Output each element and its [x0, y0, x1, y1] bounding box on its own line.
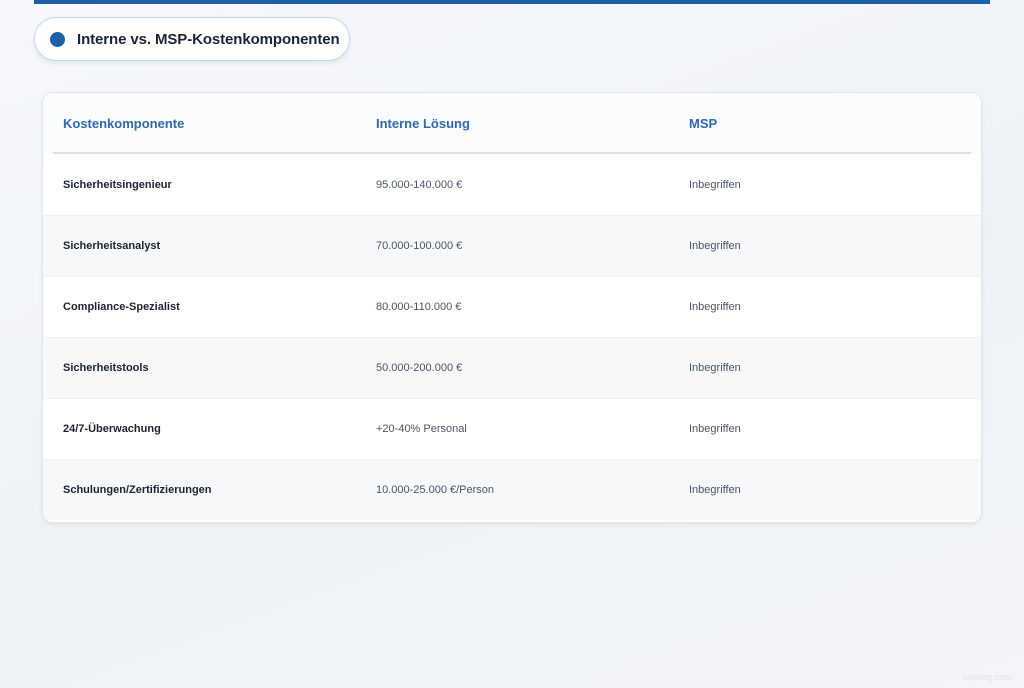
table-header: Kostenkomponente Interne Lösung MSP: [43, 93, 981, 154]
cell-component: 24/7-Überwachung: [63, 423, 161, 435]
cell-internal: 70.000-100.000 €: [376, 240, 463, 252]
table-row: Sicherheitsanalyst 70.000-100.000 € Inbe…: [43, 215, 981, 276]
cell-internal: 95.000-140.000 €: [376, 178, 463, 191]
cell-msp: Inbegriffen: [689, 484, 741, 496]
watermark: skywag.com: [962, 672, 1012, 682]
column-header-internal: Interne Lösung: [376, 116, 470, 131]
table-row: Schulungen/Zertifizierungen 10.000-25.00…: [43, 459, 981, 520]
table-body: Sicherheitsingenieur 95.000-140.000 € In…: [43, 154, 981, 520]
table-row: 24/7-Überwachung +20-40% Personal Inbegr…: [43, 398, 981, 459]
cost-comparison-table: Kostenkomponente Interne Lösung MSP Sich…: [42, 92, 982, 523]
top-accent-bar: [34, 0, 990, 4]
cell-internal: 80.000-110.000 €: [376, 301, 462, 313]
bullet-dot-icon: [50, 31, 65, 47]
cell-component: Schulungen/Zertifizierungen: [63, 484, 212, 496]
cell-internal: 50.000-200.000 €: [376, 362, 463, 374]
section-title: Interne vs. MSP-Kostenkomponenten: [77, 30, 340, 48]
table-header-row: Kostenkomponente Interne Lösung MSP: [43, 93, 981, 154]
table-row: Sicherheitsingenieur 95.000-140.000 € In…: [43, 154, 981, 215]
column-header-msp: MSP: [689, 116, 718, 131]
cell-msp: Inbegriffen: [689, 423, 741, 435]
cell-msp: Inbegriffen: [689, 178, 741, 191]
cell-msp: Inbegriffen: [689, 301, 741, 313]
cell-component: Sicherheitsanalyst: [63, 240, 161, 252]
cell-internal: +20-40% Personal: [376, 423, 467, 435]
section-title-pill: Interne vs. MSP-Kostenkomponenten: [34, 17, 350, 61]
column-header-component: Kostenkomponente: [63, 116, 185, 131]
cell-component: Sicherheitsingenieur: [63, 178, 172, 191]
cell-component: Sicherheitstools: [63, 362, 149, 374]
cell-internal: 10.000-25.000 €/Person: [376, 484, 495, 496]
table-row: Compliance-Spezialist 80.000-110.000 € I…: [43, 276, 981, 337]
cell-msp: Inbegriffen: [689, 240, 741, 252]
cell-msp: Inbegriffen: [689, 362, 741, 374]
cell-component: Compliance-Spezialist: [63, 301, 180, 313]
table-row: Sicherheitstools 50.000-200.000 € Inbegr…: [43, 337, 981, 398]
